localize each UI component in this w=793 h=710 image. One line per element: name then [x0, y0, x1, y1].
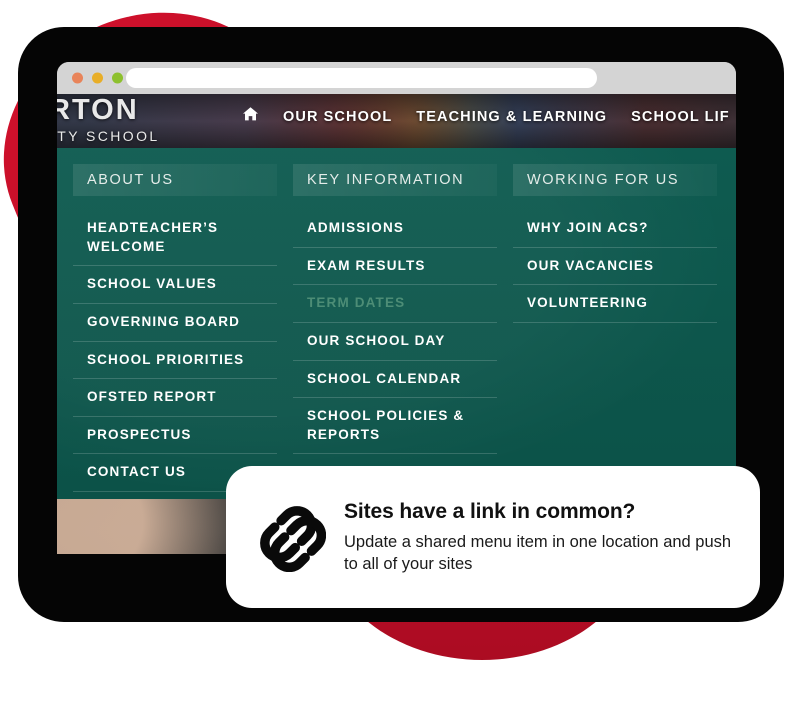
menu-item-prospectus[interactable]: PROSPECTUS — [73, 417, 277, 455]
nav-item-teaching-and-learning[interactable]: TEACHING & LEARNING — [416, 109, 607, 125]
close-dot-icon[interactable] — [72, 72, 83, 84]
chain-link-icon — [226, 502, 344, 572]
promo-callout-card: Sites have a link in common? Update a sh… — [226, 466, 760, 608]
minimize-dot-icon[interactable] — [92, 72, 103, 84]
menu-item-our-vacancies[interactable]: OUR VACANCIES — [513, 248, 717, 286]
site-logo[interactable]: RTON ITY SCHOOL — [57, 94, 160, 144]
menu-item-volunteering[interactable]: VOLUNTEERING — [513, 285, 717, 323]
mega-menu-panel: ABOUT US HEADTEACHER’S WELCOME SCHOOL VA… — [57, 148, 736, 499]
mega-menu-column-about-us: ABOUT US HEADTEACHER’S WELCOME SCHOOL VA… — [73, 164, 277, 499]
promo-callout-text: Sites have a link in common? Update a sh… — [344, 499, 760, 576]
logo-secondary-text: ITY SCHOOL — [57, 128, 160, 144]
menu-item-admissions[interactable]: ADMISSIONS — [293, 210, 497, 248]
menu-item-term-dates[interactable]: TERM DATES — [293, 285, 497, 323]
menu-item-school-calendar[interactable]: SCHOOL CALENDAR — [293, 361, 497, 399]
mega-menu-column-working-for-us: WORKING FOR US WHY JOIN ACS? OUR VACANCI… — [513, 164, 717, 499]
menu-item-headteachers-welcome[interactable]: HEADTEACHER’S WELCOME — [73, 210, 277, 267]
column-heading-working-for-us: WORKING FOR US — [513, 164, 717, 196]
menu-item-school-values[interactable]: SCHOOL VALUES — [73, 266, 277, 304]
promo-callout-body: Update a shared menu item in one locatio… — [344, 532, 732, 573]
column-links-about-us: HEADTEACHER’S WELCOME SCHOOL VALUES GOVE… — [73, 210, 277, 492]
home-icon[interactable] — [242, 106, 259, 127]
address-bar-input[interactable] — [126, 68, 597, 88]
maximize-dot-icon[interactable] — [112, 72, 123, 84]
column-links-working-for-us: WHY JOIN ACS? OUR VACANCIES VOLUNTEERING — [513, 210, 717, 323]
menu-item-exam-results[interactable]: EXAM RESULTS — [293, 248, 497, 286]
nav-item-school-life[interactable]: SCHOOL LIF — [631, 109, 730, 125]
mega-menu-column-key-information: KEY INFORMATION ADMISSIONS EXAM RESULTS … — [293, 164, 497, 499]
promo-illustration: RTON ITY SCHOOL OUR SCHOOL TEACHING & LE… — [0, 0, 793, 710]
menu-item-our-school-day[interactable]: OUR SCHOOL DAY — [293, 323, 497, 361]
column-heading-key-information: KEY INFORMATION — [293, 164, 497, 196]
primary-navigation: OUR SCHOOL TEACHING & LEARNING SCHOOL LI… — [242, 106, 730, 127]
column-links-key-information: ADMISSIONS EXAM RESULTS TERM DATES OUR S… — [293, 210, 497, 455]
menu-item-school-priorities[interactable]: SCHOOL PRIORITIES — [73, 342, 277, 380]
logo-primary-text: RTON — [57, 94, 139, 126]
browser-chrome — [57, 62, 736, 94]
window-controls — [72, 72, 123, 84]
promo-callout-title: Sites have a link in common? — [344, 499, 636, 523]
menu-item-governing-board[interactable]: GOVERNING BOARD — [73, 304, 277, 342]
menu-item-ofsted-report[interactable]: OFSTED REPORT — [73, 379, 277, 417]
menu-item-why-join-acs[interactable]: WHY JOIN ACS? — [513, 210, 717, 248]
site-header: RTON ITY SCHOOL OUR SCHOOL TEACHING & LE… — [57, 94, 736, 148]
column-heading-about-us: ABOUT US — [73, 164, 277, 196]
menu-item-school-policies-and-reports[interactable]: SCHOOL POLICIES & REPORTS — [293, 398, 497, 455]
nav-item-our-school[interactable]: OUR SCHOOL — [283, 109, 392, 125]
